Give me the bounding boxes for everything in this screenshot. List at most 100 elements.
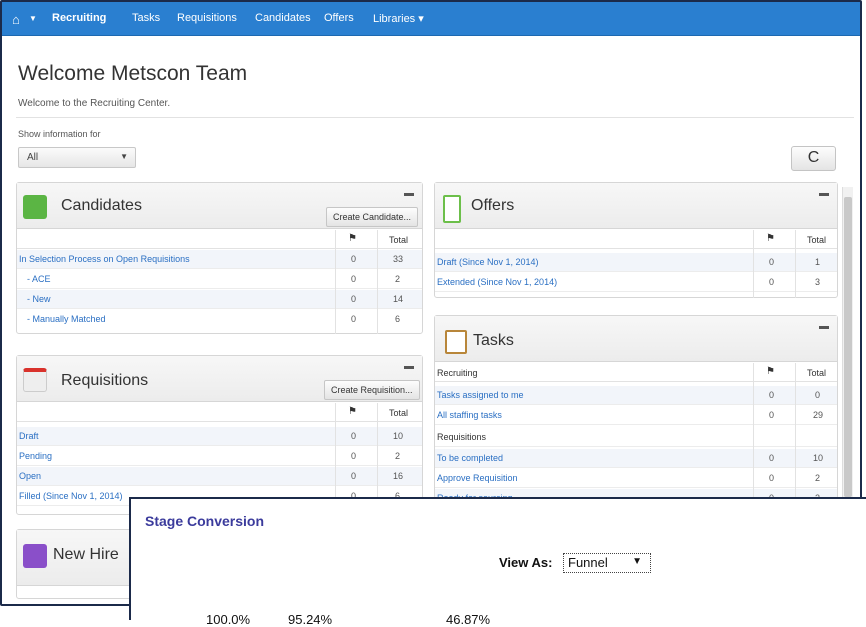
chevron-down-icon: ▼ xyxy=(120,152,128,161)
refresh-icon: C xyxy=(807,149,820,166)
total-count: 2 xyxy=(395,274,401,284)
flag-count: 0 xyxy=(351,274,357,284)
table-row[interactable]: To be completed 0 10 xyxy=(435,449,837,468)
row-label[interactable]: Open xyxy=(19,471,41,481)
nav-requisitions[interactable]: Requisitions xyxy=(177,12,237,24)
nav-tasks[interactable]: Tasks xyxy=(132,12,160,24)
table-row[interactable]: In Selection Process on Open Requisition… xyxy=(17,250,422,269)
offers-title: Offers xyxy=(471,197,515,214)
row-label[interactable]: In Selection Process on Open Requisition… xyxy=(19,254,190,264)
flag-count: 0 xyxy=(351,294,357,304)
flag-icon: ⚑ xyxy=(766,233,775,244)
divider xyxy=(16,117,854,118)
nav-offers[interactable]: Offers xyxy=(324,12,354,24)
minimize-icon[interactable]: ▬ xyxy=(819,321,829,332)
offers-panel-header: Offers ▬ xyxy=(435,183,837,229)
column-divider xyxy=(753,230,754,298)
section-requisitions: Requisitions xyxy=(437,432,487,442)
candidates-panel-header: Candidates ▬ Create Candidate... xyxy=(17,183,422,229)
row-label[interactable]: Approve Requisition xyxy=(437,473,518,483)
task-icon xyxy=(445,330,467,354)
nav-libraries[interactable]: Libraries ▾ xyxy=(373,12,424,25)
new-hire-icon xyxy=(23,544,47,568)
column-divider xyxy=(795,230,796,298)
stage-conversion-title: Stage Conversion xyxy=(145,513,265,529)
table-row[interactable]: - Manually Matched 0 6 xyxy=(17,310,422,329)
offers-panel: Offers ▬ ⚑ Total Draft (Since Nov 1, 201… xyxy=(434,182,838,298)
new-hire-title: New Hire xyxy=(53,546,119,563)
table-row[interactable]: Approve Requisition 0 2 xyxy=(435,469,837,488)
flag-count: 0 xyxy=(769,473,775,483)
row-label[interactable]: - ACE xyxy=(27,274,51,284)
nav-candidates[interactable]: Candidates xyxy=(255,12,311,24)
row-label[interactable]: Filled (Since Nov 1, 2014) xyxy=(19,491,123,501)
offer-icon xyxy=(443,195,461,223)
minimize-icon[interactable]: ▬ xyxy=(404,188,414,199)
top-navigation-bar: ⌂ ▼ Recruiting Tasks Requisitions Candid… xyxy=(2,2,860,36)
minimize-icon[interactable]: ▬ xyxy=(819,188,829,199)
refresh-button[interactable]: C xyxy=(791,146,836,171)
row-label[interactable]: All staffing tasks xyxy=(437,410,502,420)
flag-count: 0 xyxy=(769,277,775,287)
column-divider xyxy=(795,363,796,499)
tasks-table-header: Recruiting ⚑ Total xyxy=(435,363,837,382)
table-row[interactable]: All staffing tasks 0 29 xyxy=(435,406,837,425)
table-row[interactable]: Pending 0 2 xyxy=(17,447,422,466)
row-label[interactable]: Draft (Since Nov 1, 2014) xyxy=(437,257,539,267)
total-count: 14 xyxy=(393,294,404,304)
flag-count: 0 xyxy=(769,410,775,420)
total-column-header: Total xyxy=(389,408,409,418)
requisitions-panel-header: Requisitions ▬ Create Requisition... xyxy=(17,356,422,402)
row-label[interactable]: - Manually Matched xyxy=(27,314,106,324)
offers-table-header: ⚑ Total xyxy=(435,230,837,249)
row-label[interactable]: Extended (Since Nov 1, 2014) xyxy=(437,277,557,287)
flag-icon: ⚑ xyxy=(766,366,775,377)
column-divider xyxy=(335,230,336,334)
show-information-value: All xyxy=(27,152,39,163)
tasks-panel-header: Tasks ▬ xyxy=(435,316,837,362)
view-as-select[interactable]: Funnel ▼ xyxy=(563,553,651,573)
flag-icon: ⚑ xyxy=(348,233,357,244)
total-count: 33 xyxy=(393,254,404,264)
scrollbar-thumb[interactable] xyxy=(844,197,852,497)
row-label[interactable]: Pending xyxy=(19,451,52,461)
total-count: 10 xyxy=(813,453,824,463)
table-row[interactable]: Draft 0 10 xyxy=(17,427,422,446)
section-recruiting: Recruiting xyxy=(437,368,478,378)
page-scrollbar[interactable] xyxy=(842,187,853,507)
stage-conversion-panel: Stage Conversion View As: Funnel ▼ 100.0… xyxy=(129,497,866,627)
row-label[interactable]: To be completed xyxy=(437,453,503,463)
total-count: 0 xyxy=(815,390,821,400)
nav-recruiting[interactable]: Recruiting xyxy=(52,12,106,24)
table-row[interactable]: Tasks assigned to me 0 0 xyxy=(435,386,837,405)
flag-count: 0 xyxy=(351,471,357,481)
flag-icon: ⚑ xyxy=(348,406,357,417)
section-row: Requisitions xyxy=(435,428,837,447)
table-row[interactable]: Open 0 16 xyxy=(17,467,422,486)
requisitions-panel: Requisitions ▬ Create Requisition... ⚑ T… xyxy=(16,355,423,515)
create-requisition-button[interactable]: Create Requisition... xyxy=(324,380,420,400)
home-menu-caret-icon[interactable]: ▼ xyxy=(29,14,37,23)
table-row[interactable]: Draft (Since Nov 1, 2014) 0 1 xyxy=(435,253,837,272)
minimize-icon[interactable]: ▬ xyxy=(404,361,414,372)
total-count: 6 xyxy=(395,314,401,324)
table-row[interactable]: Extended (Since Nov 1, 2014) 0 3 xyxy=(435,273,837,292)
home-icon[interactable]: ⌂ xyxy=(12,12,20,27)
total-count: 10 xyxy=(393,431,404,441)
create-candidate-button[interactable]: Create Candidate... xyxy=(326,207,419,227)
total-column-header: Total xyxy=(389,235,409,245)
show-information-label: Show information for xyxy=(18,129,101,139)
row-label[interactable]: - New xyxy=(27,294,51,304)
row-label[interactable]: Tasks assigned to me xyxy=(437,390,524,400)
table-row[interactable]: - ACE 0 2 xyxy=(17,270,422,289)
table-row[interactable]: - New 0 14 xyxy=(17,290,422,309)
tasks-title: Tasks xyxy=(473,332,514,349)
requisition-icon xyxy=(23,368,47,392)
flag-count: 0 xyxy=(351,314,357,324)
requisitions-title: Requisitions xyxy=(61,372,149,389)
row-label[interactable]: Draft xyxy=(19,431,39,441)
column-divider xyxy=(377,230,378,334)
total-count: 16 xyxy=(393,471,404,481)
show-information-select[interactable]: All ▼ xyxy=(18,147,136,168)
page-title: Welcome Metscon Team xyxy=(18,62,248,85)
